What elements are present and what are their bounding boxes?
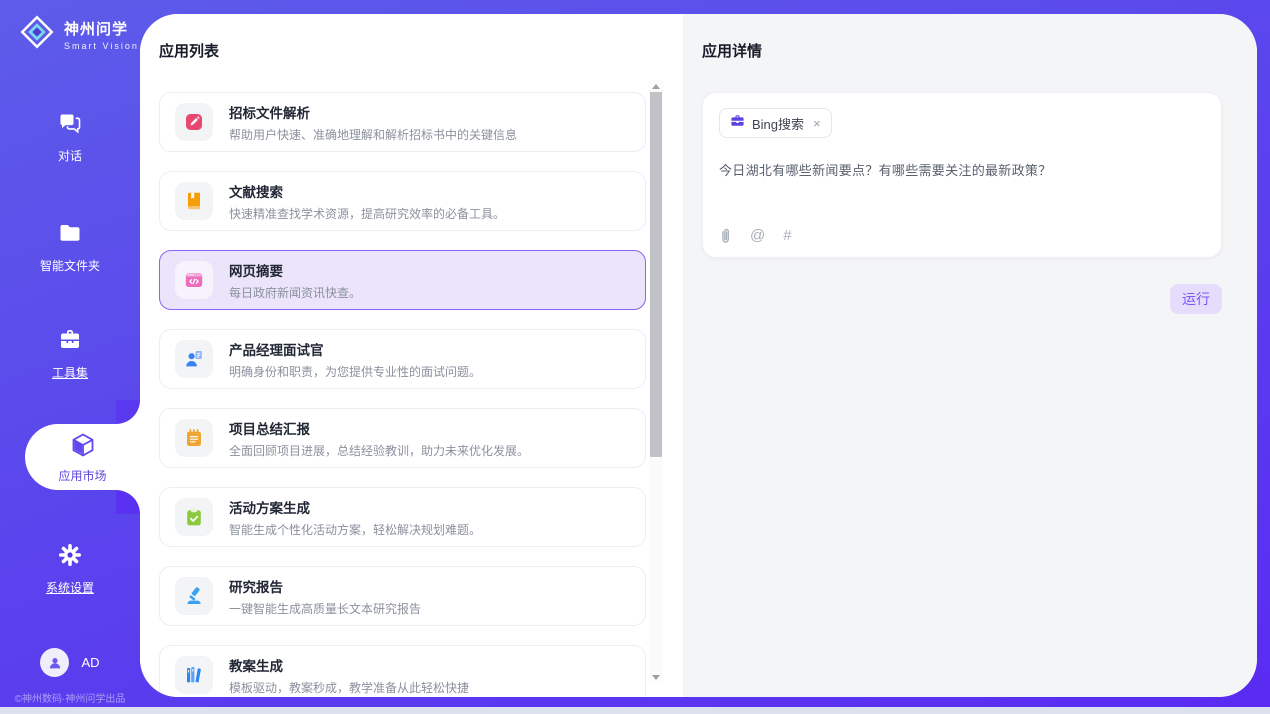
attachment-toolbar: @ # [719, 227, 792, 244]
interview-icon [175, 340, 213, 378]
app-card-title: 项目总结汇报 [229, 418, 529, 438]
copyright-text: ©神州数码·神州问学出品 [0, 690, 140, 705]
hash-icon[interactable]: # [783, 228, 791, 243]
user-name: AD [81, 655, 99, 670]
scroll-up-icon[interactable] [649, 80, 663, 92]
app-card-4[interactable]: 产品经理面试官 明确身份和职责，为您提供专业性的面试问题。 [159, 329, 646, 389]
app-card-3[interactable]: 网页摘要 每日政府新闻资讯快查。 [159, 250, 646, 310]
app-card-8[interactable]: 教案生成 模板驱动，教案秒成，教学准备从此轻松快捷 [159, 645, 646, 697]
sidebar-item-label: 对话 [0, 147, 140, 164]
briefcase-icon [730, 113, 745, 133]
person-icon [47, 655, 63, 671]
detail-title: 应用详情 [702, 40, 1222, 61]
question-text[interactable]: 今日湖北有哪些新闻要点？有哪些需要关注的最新政策？ [719, 160, 1205, 179]
sidebar-item-toolset[interactable]: 工具集 [0, 327, 140, 381]
app-card-desc: 帮助用户快速、准确地理解和解析招标书中的关键信息 [229, 126, 517, 143]
app-card-title: 教案生成 [229, 655, 469, 675]
app-card-desc: 一键智能生成高质量长文本研究报告 [229, 600, 421, 617]
app-card-5[interactable]: 项目总结汇报 全面回顾项目进展，总结经验教训，助力未来优化发展。 [159, 408, 646, 468]
sidebar-item-label: 系统设置 [0, 579, 140, 596]
app-card-desc: 模板驱动，教案秒成，教学准备从此轻松快捷 [229, 679, 469, 696]
sidebar: 神州问学 Smart Vision 对话 智能文件夹 工具集 [0, 0, 140, 714]
app-card-6[interactable]: 活动方案生成 智能生成个性化活动方案，轻松解决规划难题。 [159, 487, 646, 547]
research-icon [175, 577, 213, 615]
sidebar-item-label: 应用市场 [58, 467, 106, 484]
sidebar-item-chat[interactable]: 对话 [0, 110, 140, 164]
app-card-title: 研究报告 [229, 576, 421, 596]
app-card-desc: 智能生成个性化活动方案，轻松解决规划难题。 [229, 521, 481, 538]
close-icon[interactable]: × [813, 116, 821, 131]
page-title: 应用列表 [159, 40, 646, 61]
app-list-panel: 应用列表 招标文件解析 帮助用户快速、准确地理解和解析招标书中的关键信息 文献搜… [140, 14, 683, 697]
paperclip-icon[interactable] [719, 227, 732, 244]
folder-icon [57, 233, 83, 250]
app-card-title: 招标文件解析 [229, 102, 517, 122]
app-card-desc: 明确身份和职责，为您提供专业性的面试问题。 [229, 363, 481, 380]
content-card: 应用列表 招标文件解析 帮助用户快速、准确地理解和解析招标书中的关键信息 文献搜… [140, 14, 1257, 697]
app-card-title: 文献搜索 [229, 181, 505, 201]
app-card-desc: 每日政府新闻资讯快查。 [229, 284, 361, 301]
sidebar-item-smart-folder[interactable]: 智能文件夹 [0, 220, 140, 274]
app-card-2[interactable]: 文献搜索 快速精准查找学术资源，提高研究效率的必备工具。 [159, 171, 646, 231]
tab-curve-top [116, 400, 140, 424]
app-card-title: 活动方案生成 [229, 497, 481, 517]
app-card-desc: 快速精准查找学术资源，提高研究效率的必备工具。 [229, 205, 505, 222]
scrollbar-thumb[interactable] [650, 92, 662, 457]
gear-icon [57, 555, 83, 572]
app-card-desc: 全面回顾项目进展，总结经验教训，助力未来优化发展。 [229, 442, 529, 459]
sidebar-item-label: 工具集 [0, 364, 140, 381]
user-account[interactable]: AD [0, 648, 140, 677]
at-icon[interactable]: @ [750, 228, 765, 243]
brand-subtitle: Smart Vision [64, 41, 139, 51]
brand-logo: 神州问学 Smart Vision [18, 13, 139, 56]
app-window: 神州问学 Smart Vision 对话 智能文件夹 工具集 [0, 0, 1270, 714]
brand-name: 神州问学 [64, 21, 128, 38]
prompt-card[interactable]: Bing搜索 × 今日湖北有哪些新闻要点？有哪些需要关注的最新政策？ @ # [702, 92, 1222, 258]
tool-chip-bing-search[interactable]: Bing搜索 × [719, 108, 832, 138]
run-button[interactable]: 运行 [1170, 284, 1222, 314]
avatar [40, 648, 69, 677]
app-list: 招标文件解析 帮助用户快速、准确地理解和解析招标书中的关键信息 文献搜索 快速精… [159, 92, 646, 697]
chat-icon [57, 123, 83, 140]
clipboard-check-icon [175, 498, 213, 536]
sidebar-item-app-market[interactable]: 应用市场 [25, 424, 140, 490]
bottom-strip [0, 707, 1270, 714]
browser-code-icon [175, 261, 213, 299]
book-icon [175, 182, 213, 220]
app-detail-panel: 应用详情 Bing搜索 × 今日湖北有哪些新闻要点？有哪些需要关注的最新政策？ … [683, 14, 1257, 697]
edit-square-icon [175, 103, 213, 141]
toolbox-icon [57, 340, 83, 357]
books-icon [175, 656, 213, 694]
scroll-down-icon[interactable] [649, 671, 663, 683]
app-card-7[interactable]: 研究报告 一键智能生成高质量长文本研究报告 [159, 566, 646, 626]
cube-icon [69, 431, 97, 464]
app-card-title: 网页摘要 [229, 260, 361, 280]
app-card-1[interactable]: 招标文件解析 帮助用户快速、准确地理解和解析招标书中的关键信息 [159, 92, 646, 152]
sidebar-item-settings[interactable]: 系统设置 [0, 542, 140, 596]
tab-curve-bottom [116, 490, 140, 514]
scrollbar[interactable] [649, 80, 663, 683]
app-card-title: 产品经理面试官 [229, 339, 481, 359]
tool-chip-label: Bing搜索 [752, 114, 804, 133]
sidebar-item-label: 智能文件夹 [0, 257, 140, 274]
notepad-icon [175, 419, 213, 457]
diamond-logo-icon [18, 13, 56, 56]
